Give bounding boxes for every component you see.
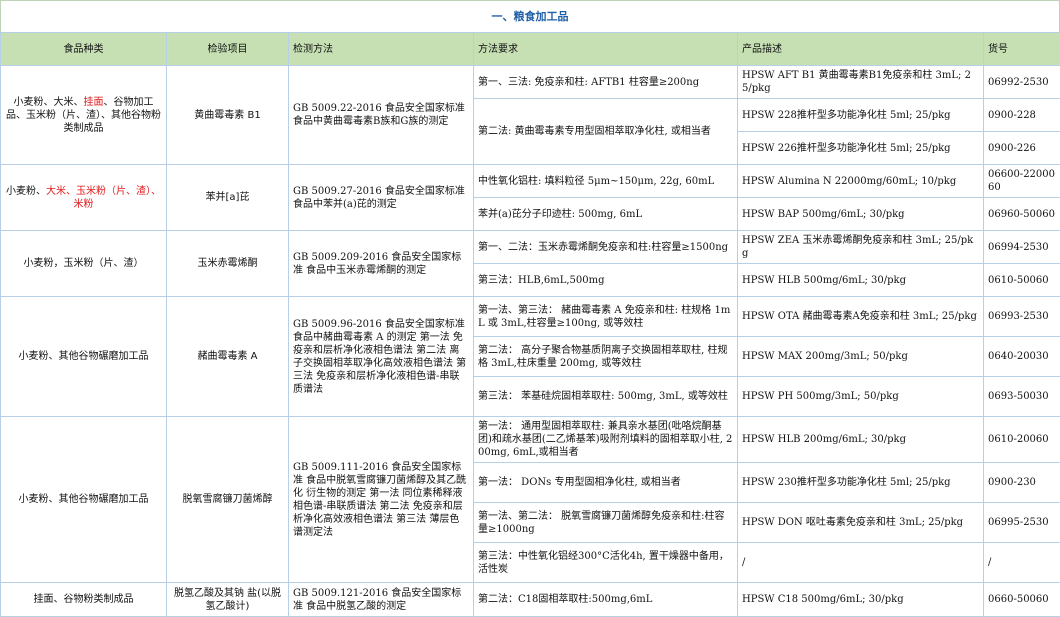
cell-product: HPSW PH 500mg/3mL; 50/pkg [737, 376, 984, 417]
cell-code: 06994-2530 [983, 230, 1060, 264]
category-text: 小麦粉、其他谷物碾磨加工品 [18, 494, 149, 505]
cell-requirement: 第一法： DONs 专用型固相净化柱, 或相当者 [473, 462, 738, 503]
category-text: 小麦粉、大米、 [13, 96, 84, 108]
cell-code: 0900-228 [983, 98, 1060, 132]
cell-requirement: 第三法：中性氧化铝经300°C活化4h, 置干燥器中备用，活性炭 [473, 542, 738, 583]
cell-requirement: 第一法、第三法： 赭曲霉毒素 A 免疫亲和柱: 柱规格 1mL 或 3mL,柱容… [473, 296, 738, 337]
cell-code: 0610-50060 [983, 263, 1060, 297]
cell-requirement: 第二法：C18固相萃取柱:500mg,6mL [473, 582, 738, 617]
category-text: 小麦粉、 [6, 185, 46, 197]
cell-requirement: 中性氧化铝柱: 填料粒径 5μm~150μm, 22g, 60mL [473, 164, 738, 198]
cell-code: 06600-2200060 [983, 164, 1060, 198]
cell-category: 小麦粉、其他谷物碾磨加工品 [0, 296, 167, 417]
cell-product: HPSW 228推杆型多功能净化柱 5ml; 25/pkg [737, 98, 984, 132]
cell-method: GB 5009.27-2016 食品安全国家标准 食品中苯并(a)芘的测定 [288, 164, 474, 231]
cell-requirement: 第三法：HLB,6mL,500mg [473, 263, 738, 297]
cell-product: HPSW ZEA 玉米赤霉烯酮免疫亲和柱 3mL; 25/pkg [737, 230, 984, 264]
category-text: 小麦粉，玉米粉（片、渣） [23, 258, 144, 269]
cell-code: 0660-50060 [983, 582, 1060, 617]
cell-requirement: 第三法： 苯基硅烷固相萃取柱: 500mg, 3mL, 或等效柱 [473, 376, 738, 417]
cell-category: 挂面、谷物粉类制成品 [0, 582, 167, 617]
cell-item: 玉米赤霉烯酮 [166, 230, 289, 297]
cell-category: 小麦粉、其他谷物碾磨加工品 [0, 416, 167, 583]
cell-method: GB 5009.121-2016 食品安全国家标准 食品中脱氢乙酸的测定 [288, 582, 474, 617]
cell-code: 06995-2530 [983, 502, 1060, 543]
cell-requirement: 第二法： 高分子聚合物基质阴离子交换固相萃取柱, 柱规格 3mL,柱床重量 20… [473, 336, 738, 377]
header-product: 产品描述 [737, 32, 984, 66]
cell-item: 脱氧雪腐镰刀菌烯醇 [166, 416, 289, 583]
cell-requirement: 第一法： 通用型固相萃取柱: 兼具亲水基团(吡咯烷酮基团)和疏水基团(二乙烯基苯… [473, 416, 738, 463]
cell-product: HPSW MAX 200mg/3mL; 50/pkg [737, 336, 984, 377]
table-row: 小麦粉，玉米粉（片、渣） 玉米赤霉烯酮 GB 5009.209-2016 食品安全国… [0, 230, 1060, 297]
header-code: 货号 [983, 32, 1060, 66]
table-row: 小麦粉、其他谷物碾磨加工品 脱氧雪腐镰刀菌烯醇 GB 5009.111-2016 食… [0, 416, 1060, 583]
cell-item: 脱氢乙酸及其钠 盐(以脱氢乙酸计) [166, 582, 289, 617]
cell-requirement: 第一法、第二法： 脱氧雪腐镰刀菌烯醇免疫亲和柱:柱容量≥1000ng [473, 502, 738, 543]
header-category: 食品种类 [0, 32, 167, 66]
cell-method: GB 5009.22-2016 食品安全国家标准 食品中黄曲霉毒素B族和G族的测… [288, 65, 474, 165]
cell-item: 苯并[a]芘 [166, 164, 289, 231]
cell-product: HPSW AFT B1 黄曲霉毒素B1免疫亲和柱 3mL; 25/pkg [737, 65, 984, 99]
cell-category: 小麦粉、大米、玉米粉（片、渣）、米粉 [0, 164, 167, 231]
category-text: 大米、玉米粉（片、渣）、米粉 [46, 185, 161, 210]
table-body: 小麦粉、大米、挂面、谷物加工品、玉米粉（片、渣）、其他谷物粉类制成品 黄曲霉毒素 … [0, 65, 1060, 617]
cell-product: HPSW 226推杆型多功能净化柱 5ml; 25/pkg [737, 131, 984, 165]
cell-requirement: 第一、三法: 免疫亲和柱: AFTB1 柱容量≥200ng [473, 65, 738, 99]
cell-product: HPSW HLB 200mg/6mL; 30/pkg [737, 416, 984, 463]
header-requirement: 方法要求 [473, 32, 738, 66]
cell-product: HPSW 230推杆型多功能净化柱 5ml; 25/pkg [737, 462, 984, 503]
cell-product: HPSW HLB 500mg/6mL; 30/pkg [737, 263, 984, 297]
cell-method: GB 5009.96-2016 食品安全国家标准 食品中赭曲霉毒素 A 的测定 … [288, 296, 474, 417]
cell-product: / [737, 542, 984, 583]
header-method: 检测方法 [288, 32, 474, 66]
cell-product: HPSW BAP 500mg/6mL; 30/pkg [737, 197, 984, 231]
cell-category: 小麦粉、大米、挂面、谷物加工品、玉米粉（片、渣）、其他谷物粉类制成品 [0, 65, 167, 165]
cell-product: HPSW C18 500mg/6mL; 30/pkg [737, 582, 984, 617]
cell-requirement: 第二法: 黄曲霉毒素专用型固相萃取净化柱, 或相当者 [473, 98, 738, 165]
cell-code: 06960-50060 [983, 197, 1060, 231]
cell-requirement: 第一、二法：玉米赤霉烯酮免疫亲和柱:柱容量≥1500ng [473, 230, 738, 264]
cell-code: 0693-50030 [983, 376, 1060, 417]
cell-item: 黄曲霉毒素 B1 [166, 65, 289, 165]
cell-requirement: 苯并(a)芘分子印迹柱: 500mg, 6mL [473, 197, 738, 231]
category-text: 小麦粉、其他谷物碾磨加工品 [18, 351, 149, 362]
cell-code: 0610-20060 [983, 416, 1060, 463]
table-row: 挂面、谷物粉类制成品 脱氢乙酸及其钠 盐(以脱氢乙酸计) GB 5009.121-2… [0, 582, 1060, 617]
cell-method: GB 5009.209-2016 食品安全国家标准 食品中玉米赤霉烯酮的测定 [288, 230, 474, 297]
table-row: 小麦粉、大米、挂面、谷物加工品、玉米粉（片、渣）、其他谷物粉类制成品 黄曲霉毒素 … [0, 65, 1060, 165]
cell-method: GB 5009.111-2016 食品安全国家标准 食品中脱氧雪腐镰刀菌烯醇及其… [288, 416, 474, 583]
page-title: 一、粮食加工品 [0, 0, 1060, 32]
table-row: 小麦粉、其他谷物碾磨加工品 赭曲霉毒素 A GB 5009.96-2016 食品安全… [0, 296, 1060, 417]
cell-product: HPSW DON 呕吐毒素免疫亲和柱 3mL; 25/pkg [737, 502, 984, 543]
header-item: 检验项目 [166, 32, 289, 66]
cell-product: HPSW OTA 赭曲霉毒素A免疫亲和柱 3mL; 25/pkg [737, 296, 984, 337]
cell-code: 0640-20030 [983, 336, 1060, 377]
cell-code: 0900-230 [983, 462, 1060, 503]
cell-code: 06992-2530 [983, 65, 1060, 99]
category-text: 挂面、谷物粉类制成品 [33, 594, 134, 605]
header-row: 食品种类 检验项目 检测方法 方法要求 产品描述 货号 [0, 32, 1060, 66]
category-text: 挂面 [83, 96, 104, 108]
cell-product: HPSW Alumina N 22000mg/60mL; 10/pkg [737, 164, 984, 198]
cell-code: 06993-2530 [983, 296, 1060, 337]
cell-category: 小麦粉，玉米粉（片、渣） [0, 230, 167, 297]
cell-code: 0900-226 [983, 131, 1060, 165]
cell-code: / [983, 542, 1060, 583]
cell-item: 赭曲霉毒素 A [166, 296, 289, 417]
inspection-table: 食品种类 检验项目 检测方法 方法要求 产品描述 货号 小麦粉、大米、挂面、谷物… [0, 32, 1060, 617]
table-row: 小麦粉、大米、玉米粉（片、渣）、米粉 苯并[a]芘 GB 5009.27-2016 … [0, 164, 1060, 231]
